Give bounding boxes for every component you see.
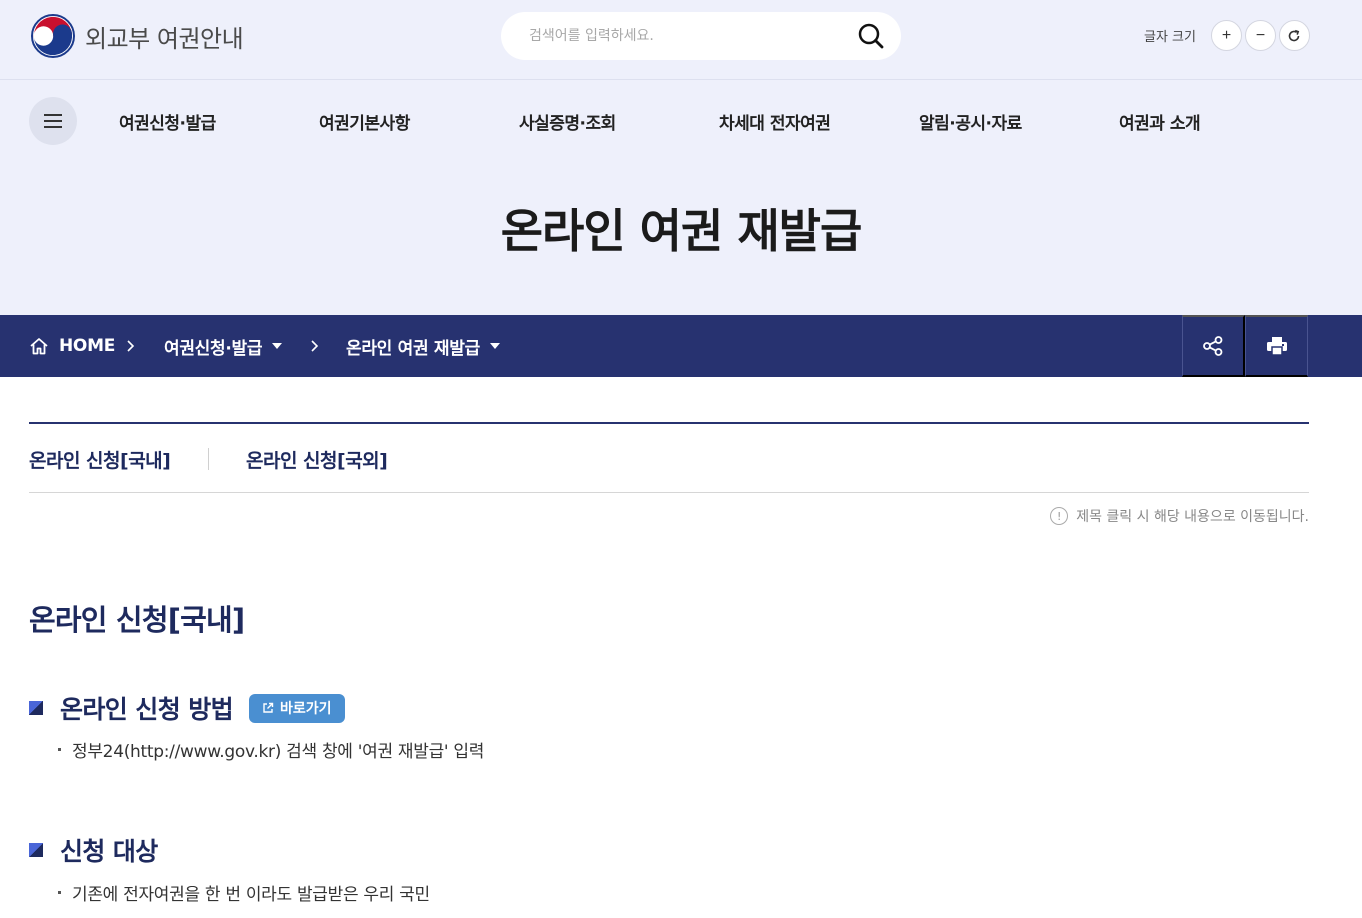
caret-down-icon [272, 343, 283, 349]
breadcrumb-depth1-label: 여권신청·발급 [164, 338, 263, 359]
all-menu-button[interactable] [29, 97, 77, 145]
share-button[interactable] [1182, 315, 1245, 377]
goto-button-label: 바로가기 [280, 701, 332, 717]
search-box [501, 12, 901, 60]
refresh-icon [1289, 29, 1300, 41]
gnb-item-passport-basics[interactable]: 여권기본사항 [319, 109, 410, 134]
font-increase-button[interactable]: + [1210, 20, 1242, 51]
info-icon: ! [1050, 507, 1069, 525]
font-size-label: 글자 크기 [1144, 30, 1196, 45]
breadcrumb-depth2-dropdown[interactable]: 온라인 여권 재발급 [346, 315, 500, 377]
search-icon [858, 23, 884, 49]
content-tabs: 온라인 신청[국내] 온라인 신청[국외] [29, 422, 1309, 493]
bullet-dot [58, 748, 61, 751]
list-item: 정부24(http://www.gov.kr) 검색 창에 '여권 재발급' 입… [58, 737, 484, 762]
share-icon [1203, 336, 1223, 356]
block-heading-text: 신청 대상 [60, 837, 158, 866]
square-bullet-icon [29, 701, 43, 715]
home-icon [30, 338, 48, 355]
tab-notice-text: 제목 클릭 시 해당 내용으로 이동됩니다. [1076, 509, 1309, 525]
breadcrumb-home[interactable]: HOME [29, 315, 115, 377]
external-link-icon [263, 702, 274, 713]
breadcrumb-depth1-dropdown[interactable]: 여권신청·발급 [164, 315, 283, 377]
gnb-item-notices[interactable]: 알림·공시·자료 [919, 109, 1022, 134]
gnb-item-next-gen-epassport[interactable]: 차세대 전자여권 [719, 109, 831, 134]
gnb-item-certification[interactable]: 사실증명·조회 [519, 109, 616, 134]
hamburger-icon [44, 114, 62, 128]
block-heading-target: 신청 대상 [29, 832, 158, 868]
print-button[interactable] [1245, 315, 1308, 377]
bullet-dot [58, 891, 61, 894]
taegeuk-logo-icon [31, 14, 75, 58]
breadcrumb: HOME 여권신청·발급 온라인 여권 재발급 [0, 315, 1362, 377]
font-decrease-button[interactable]: − [1244, 20, 1276, 51]
gnb-item-about[interactable]: 여권과 소개 [1119, 109, 1201, 134]
caret-down-icon [489, 343, 500, 349]
block-heading-method: 온라인 신청 방법 바로가기 [29, 690, 345, 726]
tab-online-domestic[interactable]: 온라인 신청[국내] [29, 446, 171, 473]
header: 외교부 여권안내 글자 크기 + − [0, 0, 1362, 80]
breadcrumb-depth2-label: 온라인 여권 재발급 [346, 338, 480, 359]
font-size-control: 글자 크기 + − [1144, 20, 1310, 51]
font-reset-button[interactable] [1278, 20, 1310, 51]
site-logo[interactable]: 외교부 여권안내 [30, 13, 244, 59]
search-input[interactable] [529, 12, 839, 60]
square-bullet-icon [29, 843, 43, 857]
main-navigation: 여권신청·발급 여권기본사항 사실증명·조회 차세대 전자여권 알림·공시·자료… [0, 81, 1362, 161]
chevron-right-icon [310, 315, 319, 377]
section-title: 온라인 신청[국내] [29, 597, 245, 639]
breadcrumb-home-label: HOME [59, 336, 116, 356]
list-item: 기존에 전자여권을 한 번 이라도 발급받은 우리 국민 [58, 880, 430, 905]
search-button[interactable] [857, 22, 885, 50]
tab-notice: ! 제목 클릭 시 해당 내용으로 이동됩니다. [1050, 506, 1309, 526]
block-heading-text: 온라인 신청 방법 [60, 695, 234, 724]
tab-online-overseas[interactable]: 온라인 신청[국외] [246, 446, 388, 473]
chevron-right-icon [126, 315, 135, 377]
page-title: 온라인 여권 재발급 [500, 204, 863, 258]
goto-gov24-button[interactable]: 바로가기 [249, 693, 345, 723]
list-item-text: 기존에 전자여권을 한 번 이라도 발급받은 우리 국민 [72, 885, 430, 905]
section-title-text: 온라인 신청[국내] [29, 603, 245, 637]
gnb-item-passport-application[interactable]: 여권신청·발급 [119, 109, 216, 134]
tab-divider [208, 448, 209, 470]
list-item-text: 정부24(http://www.gov.kr) 검색 창에 '여권 재발급' 입… [72, 742, 485, 762]
printer-icon [1266, 337, 1287, 356]
site-title: 외교부 여권안내 [85, 24, 244, 53]
